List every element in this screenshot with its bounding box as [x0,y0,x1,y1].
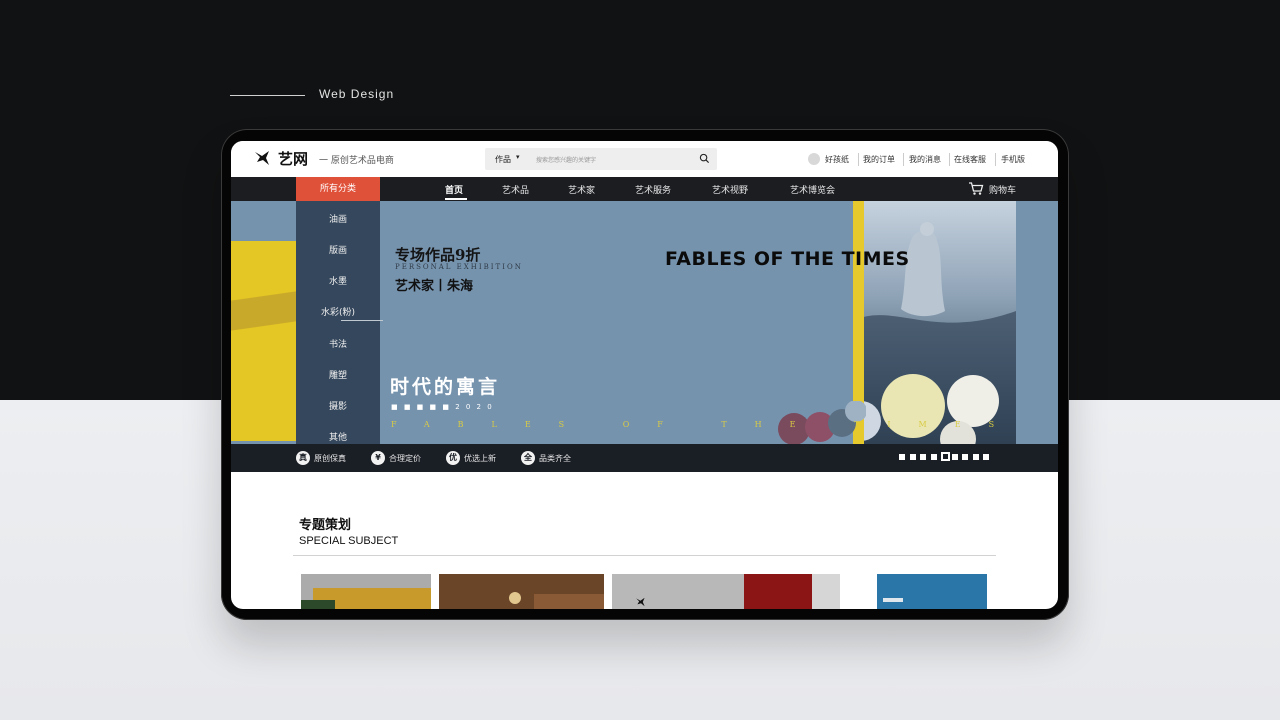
carousel-dot[interactable] [951,454,958,460]
all-categories-button[interactable]: 所有分类 [296,177,380,201]
subject-card[interactable] [744,574,812,609]
chevron-down-icon[interactable]: ▾ [516,153,520,161]
category-item-watercolor[interactable]: 水彩(粉) [296,305,380,318]
presentation-label: Web Design [319,87,395,101]
cart-link[interactable]: 购物车 [989,183,1016,196]
selection-icon: 优 [446,451,460,465]
carousel-dot-active[interactable] [941,452,950,461]
section-divider [293,555,996,556]
feature-authentic: 原创保真 [314,454,346,463]
section-subtitle: SPECIAL SUBJECT [299,535,399,547]
carousel-dot[interactable] [983,454,989,460]
category-menu: 油画 版画 水墨 水彩(粉) 书法 雕塑 摄影 其他 [296,201,380,444]
divider [995,153,996,166]
carousel-dot[interactable] [920,454,926,460]
divider [949,153,950,166]
promo-title: 专场作品9折 [395,246,481,264]
main-nav: 所有分类 首页 艺术品 艺术家 艺术服务 艺术视野 艺术博览会 购物车 [231,177,1058,201]
nav-item-art-services[interactable]: 艺术服务 [635,183,671,196]
carousel-dot[interactable] [899,454,905,460]
feature-new-arrivals: 优选上新 [464,454,496,463]
category-item-other[interactable]: 其他 [296,430,380,443]
nav-item-artworks[interactable]: 艺术品 [502,183,529,196]
subject-card[interactable] [612,574,744,609]
search-bar[interactable]: 作品 ▾ 搜索您感兴趣的关键字 [485,148,717,170]
my-orders-link[interactable]: 我的订单 [863,154,895,165]
painting-left [231,241,296,441]
mobile-version-link[interactable]: 手机版 [1001,154,1025,165]
painting-right [841,201,1016,444]
features-bar: 真 原创保真 ¥ 合理定价 优 优选上新 全 品类齐全 [231,444,1058,472]
divider [903,153,904,166]
category-hover-line [341,320,383,321]
nav-item-home[interactable]: 首页 [445,183,463,196]
category-item-printmaking[interactable]: 版画 [296,243,380,256]
search-icon[interactable] [699,153,710,164]
active-nav-underline [445,198,467,200]
my-messages-link[interactable]: 我的消息 [909,154,941,165]
brand-name[interactable]: 艺网 [278,148,308,169]
category-item-ink-painting[interactable]: 水墨 [296,274,380,287]
subject-card[interactable] [812,574,840,609]
subject-card[interactable] [877,574,987,609]
banner-spaced-title: FABLES OF THE TIMES [391,420,1023,429]
feature-full-range: 品类齐全 [539,454,571,463]
category-item-oil-painting[interactable]: 油画 [296,212,380,225]
subject-card[interactable] [439,574,604,609]
category-item-sculpture[interactable]: 雕塑 [296,368,380,381]
card-art-block [534,594,604,609]
divider [858,153,859,166]
bird-logo-icon [636,597,645,607]
site-header: 艺网 一 原创艺术品电商 作品 ▾ 搜索您感兴趣的关键字 好孩纸 我的订单 我的… [231,141,1058,177]
carousel-dot[interactable] [930,454,937,460]
nav-item-art-fair[interactable]: 艺术博览会 [790,183,835,196]
painting-figure-and-spheres [841,222,1016,444]
banner-year: ■ ■ ■ ■ ■ 2 0 2 0 [391,403,494,411]
carousel-dot[interactable] [962,454,968,460]
banner-title-cn: 时代的寓言 [390,376,501,398]
bird-logo-icon [255,151,269,165]
carousel-dot[interactable] [972,454,979,460]
card-art-moon [509,592,521,604]
carousel-dot[interactable] [909,454,916,460]
subject-card[interactable] [301,574,431,609]
feature-pricing: 合理定价 [389,454,421,463]
shopping-cart-icon[interactable] [968,181,984,196]
artist-name: 艺术家丨朱海 [395,279,474,294]
variety-icon: 全 [521,451,535,465]
category-item-calligraphy[interactable]: 书法 [296,337,380,350]
decorative-line [230,95,305,96]
website-screen: 艺网 一 原创艺术品电商 作品 ▾ 搜索您感兴趣的关键字 好孩纸 我的订单 我的… [231,141,1058,609]
nav-item-art-vision[interactable]: 艺术视野 [712,183,748,196]
search-input[interactable]: 搜索您感兴趣的关键字 [536,155,596,164]
nav-item-artists[interactable]: 艺术家 [568,183,595,196]
banner-title-en: FABLES OF THE TIMES [665,248,910,270]
yuan-icon: ¥ [371,451,385,465]
section-title: 专题策划 [299,518,352,533]
search-category-select[interactable]: 作品 [495,154,511,165]
card-art-bird [883,598,903,602]
card-art-block [301,600,335,609]
online-service-link[interactable]: 在线客服 [954,154,986,165]
user-name-link[interactable]: 好孩纸 [825,154,849,165]
authentic-icon: 真 [296,451,310,465]
user-avatar-icon[interactable] [808,153,820,165]
category-item-photography[interactable]: 摄影 [296,399,380,412]
promo-subtitle: PERSONAL EXHIBITION [395,263,523,271]
brand-slogan: 一 原创艺术品电商 [319,156,394,166]
